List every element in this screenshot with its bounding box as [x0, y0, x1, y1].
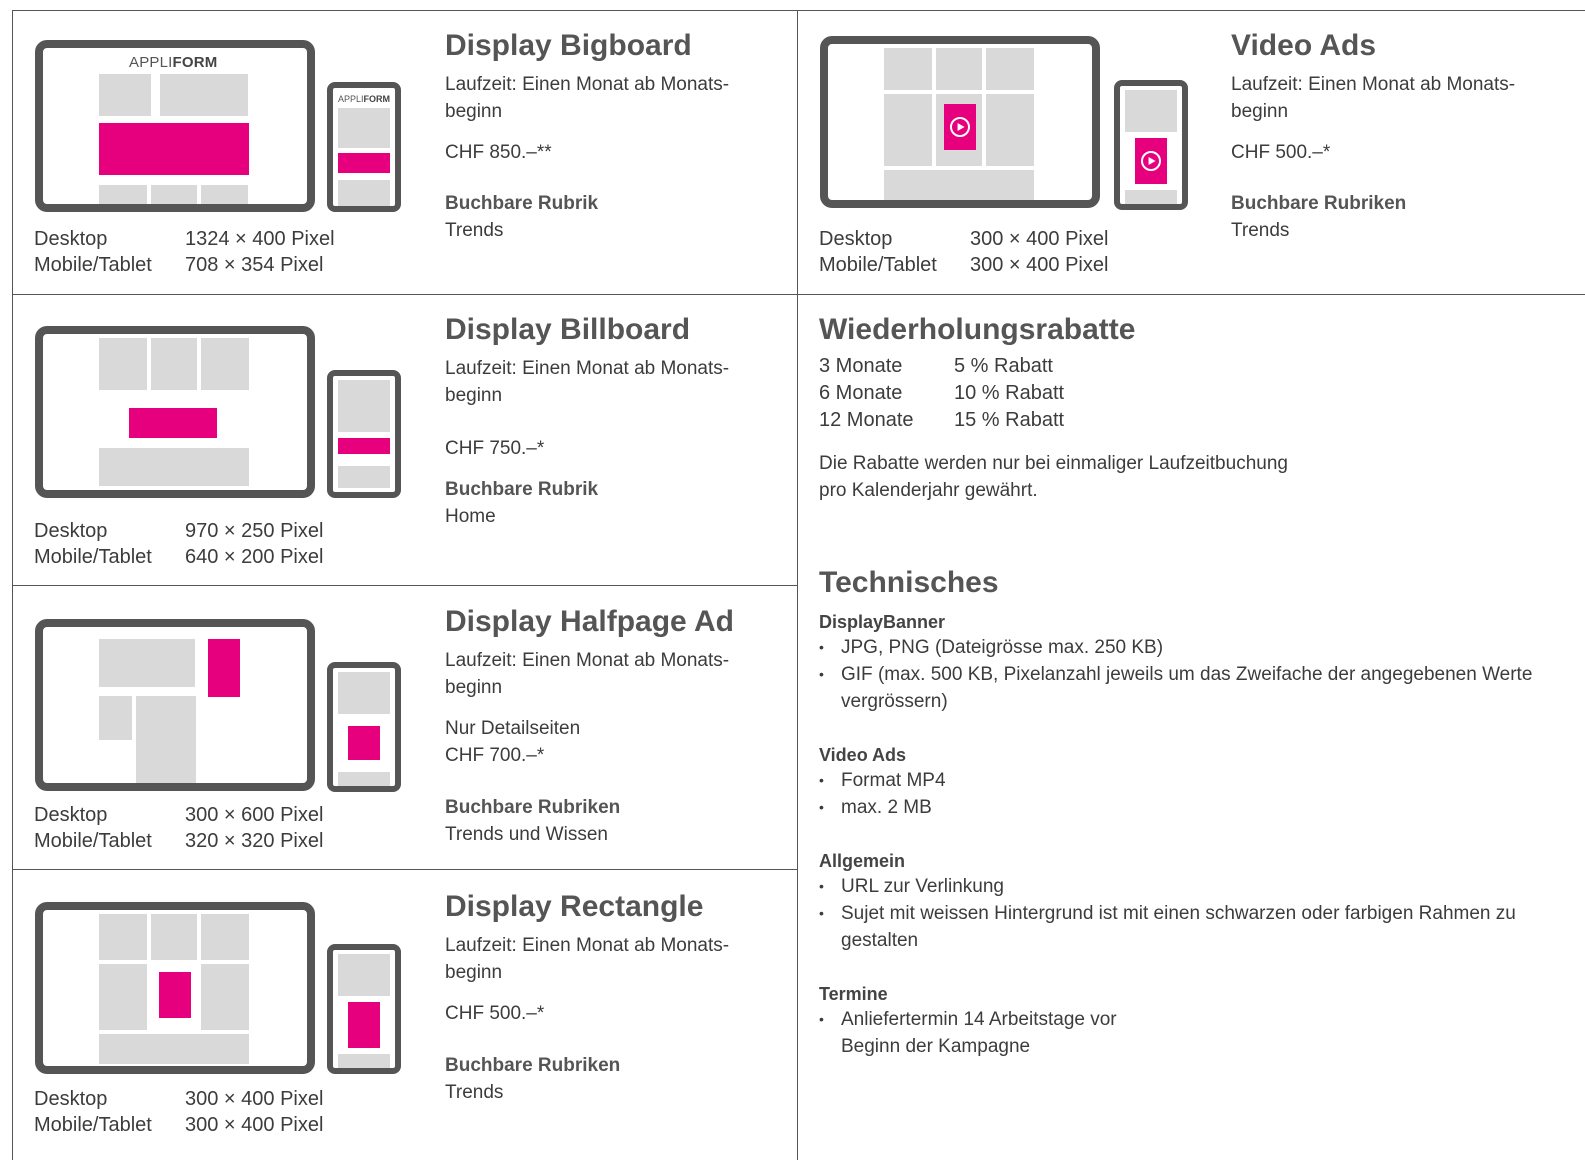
desktop-mockup [35, 902, 315, 1074]
ad-slot [338, 438, 390, 454]
desktop-mockup [820, 36, 1100, 208]
format-sizes: Desktop 1324 × 400 Pixel Mobile/Tablet 708… [34, 228, 335, 276]
product-title: Video Ads [1231, 29, 1377, 62]
format-sizes: Desktop 300 × 600 Pixel Mobile/Tablet 320 … [34, 804, 324, 852]
product-info: Display Bigboard Laufzeit: Einen Monat a… [445, 29, 785, 244]
section-title: Wiederholungsrabatte [819, 313, 1136, 346]
product-info: Display Halfpage Ad Laufzeit: Einen Mona… [445, 605, 785, 848]
appliform-logo: APPLIFORM [338, 94, 391, 104]
technisches-section: Technisches DisplayBanner JPG, PNG (Date… [819, 566, 1559, 1060]
mobile-mockup [1114, 80, 1188, 210]
ad-slot [208, 639, 240, 697]
ad-slot [348, 726, 380, 760]
product-info: Display Billboard Laufzeit: Einen Monat … [445, 313, 785, 530]
product-title: Display Rectangle [445, 890, 704, 923]
desktop-mockup [35, 326, 315, 498]
product-title: Display Billboard [445, 313, 691, 346]
product-info: Video Ads Laufzeit: Einen Monat ab Monat… [1231, 29, 1571, 244]
row-rule-2 [12, 585, 798, 586]
mobile-mockup [327, 662, 401, 792]
row-rule-1 [12, 294, 1585, 295]
mobile-mockup [327, 944, 401, 1074]
price: CHF 500.–* [1231, 142, 1331, 163]
format-sizes: Desktop 300 × 400 Pixel Mobile/Tablet 300 … [819, 228, 1109, 276]
play-icon [1141, 151, 1161, 171]
ad-slot [338, 153, 390, 173]
ad-slot [348, 1002, 380, 1048]
product-info: Display Rectangle Laufzeit: Einen Monat … [445, 890, 785, 1106]
mobile-mockup [327, 370, 401, 498]
ad-slot [99, 123, 249, 175]
appliform-logo: APPLIFORM [129, 54, 218, 71]
video-slot [944, 104, 976, 150]
video-slot [1135, 138, 1167, 184]
format-sizes: Desktop 970 × 250 Pixel Mobile/Tablet 640 … [34, 520, 324, 568]
row-rule-3 [12, 869, 798, 870]
ad-slot [129, 408, 217, 438]
rabatte-section: Wiederholungsrabatte 3 Monate 5 % Rabatt … [819, 313, 1559, 504]
price: CHF 750.–* [445, 438, 545, 459]
desktop-mockup [35, 619, 315, 791]
product-title: Display Halfpage Ad [445, 605, 734, 638]
section-title: Technisches [819, 566, 999, 599]
product-title: Display Bigboard [445, 29, 692, 62]
desktop-mockup: APPLIFORM [35, 40, 315, 212]
price: CHF 850.–** [445, 142, 552, 163]
top-rule [12, 10, 1585, 11]
play-icon [950, 117, 970, 137]
ad-slot [159, 972, 191, 1018]
format-sizes: Desktop 300 × 400 Pixel Mobile/Tablet 300 … [34, 1088, 324, 1136]
mobile-mockup: APPLIFORM [327, 82, 401, 212]
price: CHF 700.–* [445, 745, 545, 766]
price: CHF 500.–* [445, 1003, 545, 1024]
